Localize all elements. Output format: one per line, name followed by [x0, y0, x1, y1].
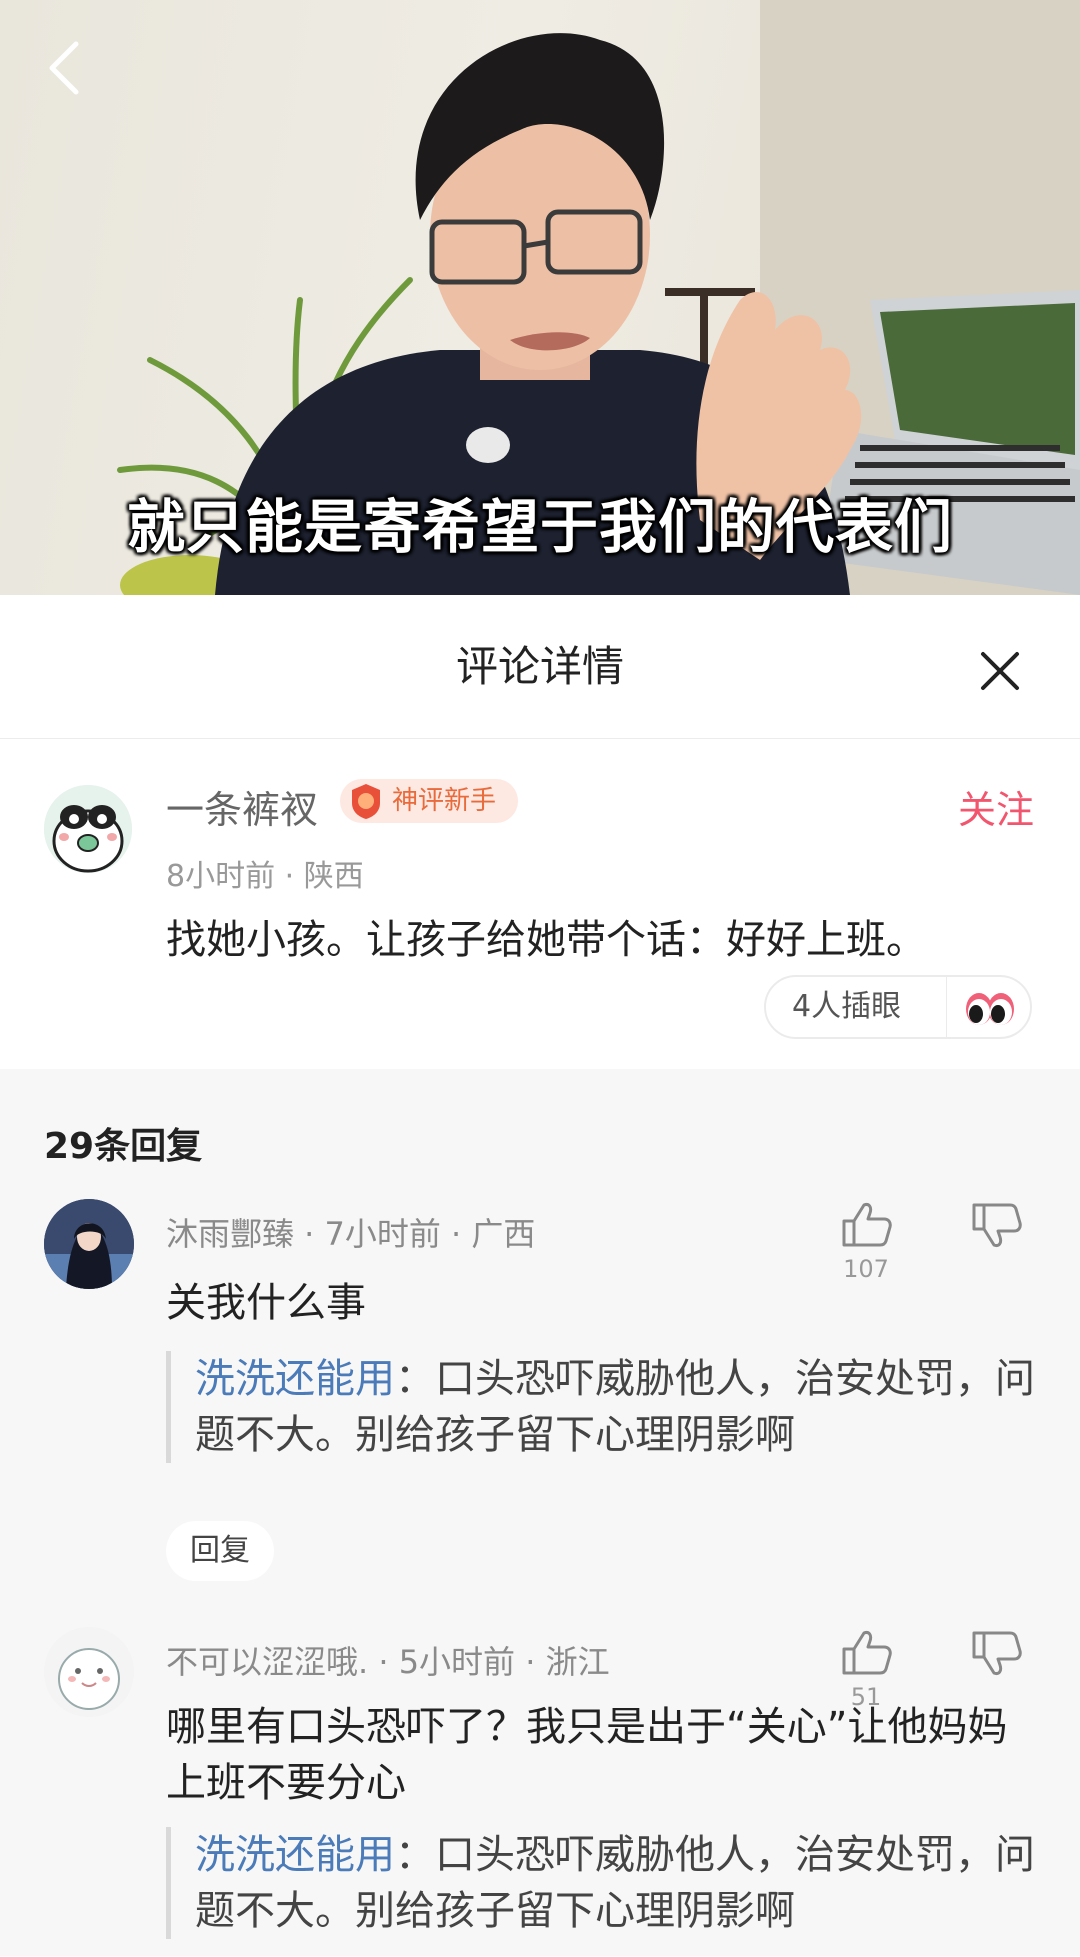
main-comment: 一条裤衩 神评新手 关注 8小时前 · 陕西 找她小孩。让孩子给她带个话：好好上… [0, 739, 1080, 1069]
video-subtitle: 就只能是寄希望于我们的代表们 [126, 493, 953, 561]
close-icon[interactable] [975, 646, 1025, 696]
quoted-username[interactable]: 洗洗还能用 [195, 1356, 395, 1402]
reply-list: 29条回复 沐雨酆臻 · 7小时前 · 广西 107 关我什么事 洗洗还能用：口… [0, 1069, 1080, 1956]
comment-text: 找她小孩。让孩子给她带个话：好好上班。 [166, 917, 926, 963]
thumbs-down-icon[interactable] [966, 1627, 1022, 1679]
divider [946, 977, 947, 1037]
reply-button[interactable]: 回复 [166, 1521, 274, 1581]
medal-icon [352, 784, 380, 819]
avatar[interactable] [44, 1627, 134, 1717]
badge: 神评新手 [340, 779, 519, 823]
quoted-reply: 洗洗还能用：口头恐吓威胁他人，治安处罚，问题不大。别给孩子留下心理阴影啊 [166, 1351, 1035, 1463]
thumbs-down-icon[interactable] [966, 1199, 1022, 1251]
back-arrow-icon[interactable] [38, 36, 94, 100]
reaction-button[interactable]: 4人插眼 [764, 975, 1032, 1039]
comment-detail-header: 评论详情 [0, 595, 1080, 739]
eyes-icon [966, 993, 1014, 1025]
reply-meta: 沐雨酆臻 · 7小时前 · 广西 [166, 1215, 536, 1253]
reply-text: 哪里有口头恐吓了？我只是出于“关心”让他妈妈上班不要分心 [166, 1704, 1008, 1806]
reaction-label: 4人插眼 [792, 989, 902, 1024]
badge-label: 神评新手 [392, 786, 497, 816]
video-player[interactable]: 就只能是寄希望于我们的代表们 [0, 0, 1080, 595]
list-item: 沐雨酆臻 · 7小时前 · 广西 107 关我什么事 洗洗还能用：口头恐吓威胁他… [0, 1199, 1080, 1639]
thumbs-up-icon[interactable] [836, 1627, 896, 1679]
reply-count: 29条回复 [44, 1126, 203, 1167]
quoted-reply: 洗洗还能用：口头恐吓威胁他人，治安处罚，问题不大。别给孩子留下心理阴影啊 [166, 1827, 1035, 1939]
reply-meta: 不可以涩涩哦. · 5小时前 · 浙江 [166, 1643, 610, 1681]
avatar[interactable] [44, 1199, 134, 1289]
thumbs-up-icon[interactable] [836, 1199, 896, 1251]
reply-text: 关我什么事 [166, 1280, 366, 1326]
quoted-username[interactable]: 洗洗还能用 [195, 1832, 395, 1878]
comment-meta: 8小时前 · 陕西 [166, 859, 364, 894]
avatar[interactable] [44, 785, 132, 873]
list-item: 不可以涩涩哦. · 5小时前 · 浙江 51 哪里有口头恐吓了？我只是出于“关心… [0, 1627, 1080, 1957]
username[interactable]: 一条裤衩 [166, 779, 318, 834]
page-title: 评论详情 [455, 642, 624, 691]
follow-button[interactable]: 关注 [958, 779, 1034, 834]
